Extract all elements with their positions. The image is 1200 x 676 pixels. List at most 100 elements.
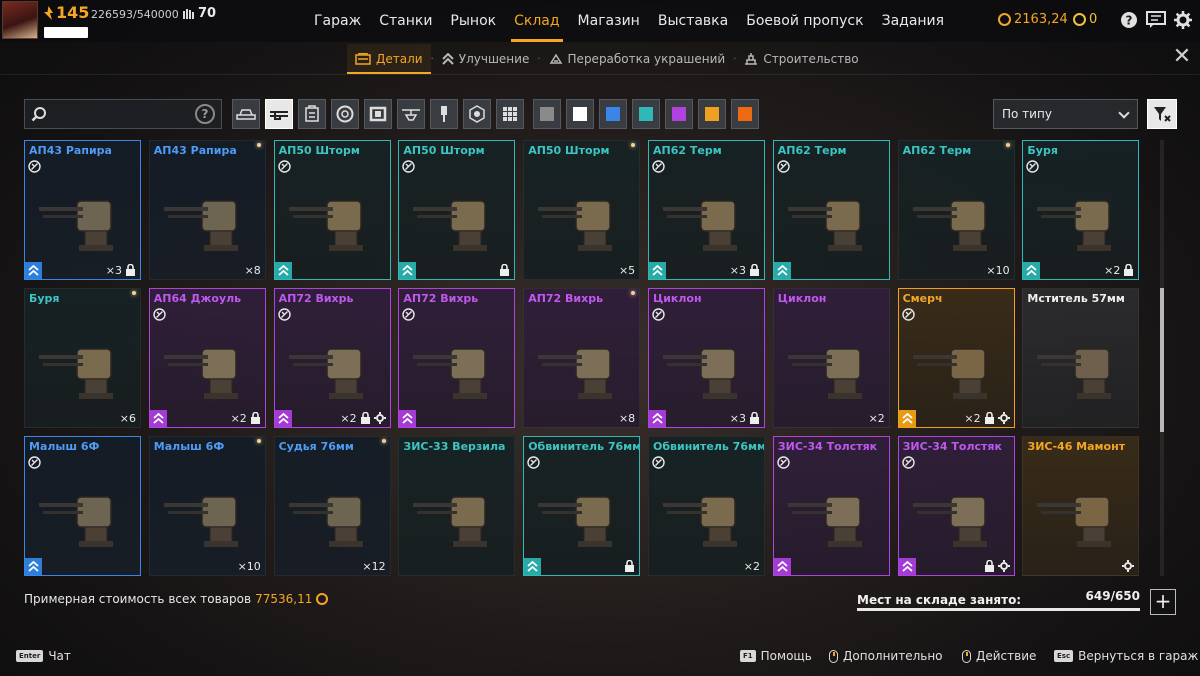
item-name: Малыш 6Ф bbox=[153, 440, 225, 453]
item-card[interactable]: Мститель 57мм bbox=[1022, 288, 1140, 428]
search-input[interactable] bbox=[51, 102, 191, 126]
item-card[interactable]: ЗИС-46 Мамонт bbox=[1022, 436, 1140, 576]
item-name: АП50 Шторм bbox=[278, 144, 360, 157]
item-card[interactable]: АП43 Рапира ×8 bbox=[148, 140, 266, 280]
nav-battle-pass[interactable]: Боевой пропуск bbox=[737, 0, 872, 42]
item-count: ×2 bbox=[1104, 264, 1121, 277]
tab-decor-recycling[interactable]: Переработка украшений bbox=[541, 44, 734, 74]
grid-scrollbar[interactable] bbox=[1160, 140, 1164, 576]
rarity-filter-blue[interactable] bbox=[599, 99, 627, 129]
item-card[interactable]: АП72 Вихрь bbox=[398, 288, 516, 428]
tab-construction[interactable]: Строительство bbox=[736, 44, 866, 74]
reset-filters-button[interactable] bbox=[1147, 99, 1177, 129]
footer-back[interactable]: Esc Вернуться в гараж bbox=[1054, 649, 1198, 663]
item-card[interactable]: АП72 Вихрь ×8 bbox=[523, 288, 641, 428]
close-icon[interactable]: ✕ bbox=[1172, 46, 1192, 68]
rarity-chevron-icon bbox=[274, 262, 292, 279]
rarity-filter-teal[interactable] bbox=[632, 99, 660, 129]
item-card[interactable]: АП62 Терм ×10 bbox=[897, 140, 1015, 280]
nav-garage[interactable]: Гараж bbox=[305, 0, 370, 42]
item-card[interactable]: Малыш 6Ф bbox=[24, 436, 141, 576]
item-name: ЗИС-33 Верзила bbox=[403, 440, 506, 453]
item-card[interactable]: Циклон ×3 bbox=[648, 288, 765, 428]
weapon-image bbox=[787, 496, 862, 547]
settings-gear-icon[interactable] bbox=[1173, 10, 1193, 30]
item-card[interactable]: Циклон ×2 bbox=[772, 288, 890, 428]
scrollbar-thumb[interactable] bbox=[1160, 288, 1164, 432]
filter-modules-button[interactable] bbox=[298, 99, 326, 129]
item-count: ×2 bbox=[340, 412, 357, 425]
weapon-image bbox=[1037, 348, 1112, 399]
item-card[interactable]: Судья 76мм ×12 bbox=[273, 436, 391, 576]
item-card[interactable]: АП50 Шторм bbox=[273, 140, 391, 280]
filter-weapons-button[interactable] bbox=[265, 99, 293, 129]
item-count: ×8 bbox=[618, 412, 636, 425]
rarity-filter-purple[interactable] bbox=[665, 99, 693, 129]
item-card[interactable]: Малыш 6Ф ×10 bbox=[148, 436, 266, 576]
item-card[interactable]: АП62 Терм bbox=[772, 140, 890, 280]
filter-drones-button[interactable] bbox=[397, 99, 425, 129]
coin-icon bbox=[316, 593, 329, 605]
item-card[interactable]: Буря ×6 bbox=[24, 288, 141, 428]
footer-help[interactable]: F1 Помощь bbox=[740, 649, 812, 663]
item-card[interactable]: АП72 Вихрь ×2 bbox=[273, 288, 391, 428]
nav-workbenches[interactable]: Станки bbox=[370, 0, 441, 42]
footer-chat[interactable]: Enter Чат bbox=[16, 649, 71, 663]
storage-value: 649/650 bbox=[1085, 589, 1140, 603]
item-card[interactable]: АП50 Шторм bbox=[398, 140, 516, 280]
weapon-image bbox=[912, 496, 987, 547]
rarity-filter-red[interactable] bbox=[731, 99, 759, 129]
filter-wheels-button[interactable] bbox=[331, 99, 359, 129]
item-name: Циклон bbox=[777, 292, 827, 305]
item-card[interactable]: АП64 Джоуль ×2 bbox=[148, 288, 266, 428]
item-card[interactable]: Смерч ×2 bbox=[897, 288, 1015, 428]
item-card[interactable]: ЗИС-34 Толстяк bbox=[897, 436, 1015, 576]
search-help-icon[interactable]: ? bbox=[195, 104, 215, 124]
sort-dropdown[interactable]: По типу bbox=[993, 99, 1138, 129]
chat-messages-icon[interactable] bbox=[1146, 10, 1166, 30]
tab-parts[interactable]: Детали bbox=[347, 44, 431, 74]
rarity-chevron-icon bbox=[524, 558, 542, 575]
rarity-filter-orange[interactable] bbox=[698, 99, 726, 129]
item-name: АП64 Джоуль bbox=[153, 292, 242, 305]
item-card[interactable]: АП62 Терм ×3 bbox=[648, 140, 765, 280]
tab-upgrade[interactable]: Улучшение bbox=[434, 44, 538, 74]
filter-frames-button[interactable] bbox=[364, 99, 392, 129]
rarity-filter-grey[interactable] bbox=[533, 99, 561, 129]
item-name: АП43 Рапира bbox=[29, 144, 112, 157]
lock-icon bbox=[984, 412, 994, 424]
search-field[interactable]: ? bbox=[24, 99, 222, 129]
gold-balance[interactable]: 0 bbox=[1073, 12, 1097, 27]
avatar[interactable] bbox=[2, 1, 38, 39]
nav-storage[interactable]: Склад bbox=[505, 0, 568, 42]
item-card[interactable]: ЗИС-34 Толстяк bbox=[772, 436, 890, 576]
item-card[interactable]: Буря ×2 bbox=[1022, 140, 1140, 280]
expand-storage-button[interactable]: + bbox=[1150, 589, 1176, 615]
filter-engines-button[interactable] bbox=[463, 99, 491, 129]
rarity-swatch bbox=[540, 107, 554, 121]
rarity-chevron-icon bbox=[773, 558, 791, 575]
coins-balance[interactable]: 2163,24 bbox=[998, 12, 1068, 27]
nav-missions[interactable]: Задания bbox=[873, 0, 954, 42]
help-icon[interactable]: ? bbox=[1119, 10, 1139, 30]
footer-more[interactable]: Дополнительно bbox=[829, 649, 943, 663]
filter-cabins-button[interactable] bbox=[232, 99, 260, 129]
nav-market[interactable]: Рынок bbox=[441, 0, 505, 42]
rarity-filter-white[interactable] bbox=[566, 99, 594, 129]
rarity-swatch bbox=[639, 107, 653, 121]
paint-icon bbox=[441, 106, 447, 122]
gear-icon bbox=[1122, 560, 1135, 572]
filter-paints-button[interactable] bbox=[430, 99, 458, 129]
weapon-image bbox=[163, 496, 238, 547]
mouse-icon bbox=[962, 649, 971, 663]
item-card[interactable]: Обвинитель 76мм bbox=[523, 436, 641, 576]
item-card[interactable]: Обвинитель 76мм ×2 bbox=[648, 436, 765, 576]
nav-exhibition[interactable]: Выставка bbox=[649, 0, 737, 42]
nav-shop[interactable]: Магазин bbox=[569, 0, 649, 42]
lock-icon bbox=[1124, 264, 1134, 276]
item-card[interactable]: ЗИС-33 Верзила bbox=[398, 436, 516, 576]
item-card[interactable]: АП50 Шторм ×5 bbox=[523, 140, 641, 280]
filter-all-button[interactable] bbox=[496, 99, 524, 129]
item-card[interactable]: АП43 Рапира ×3 bbox=[24, 140, 141, 280]
footer-action[interactable]: Действие bbox=[962, 649, 1036, 663]
